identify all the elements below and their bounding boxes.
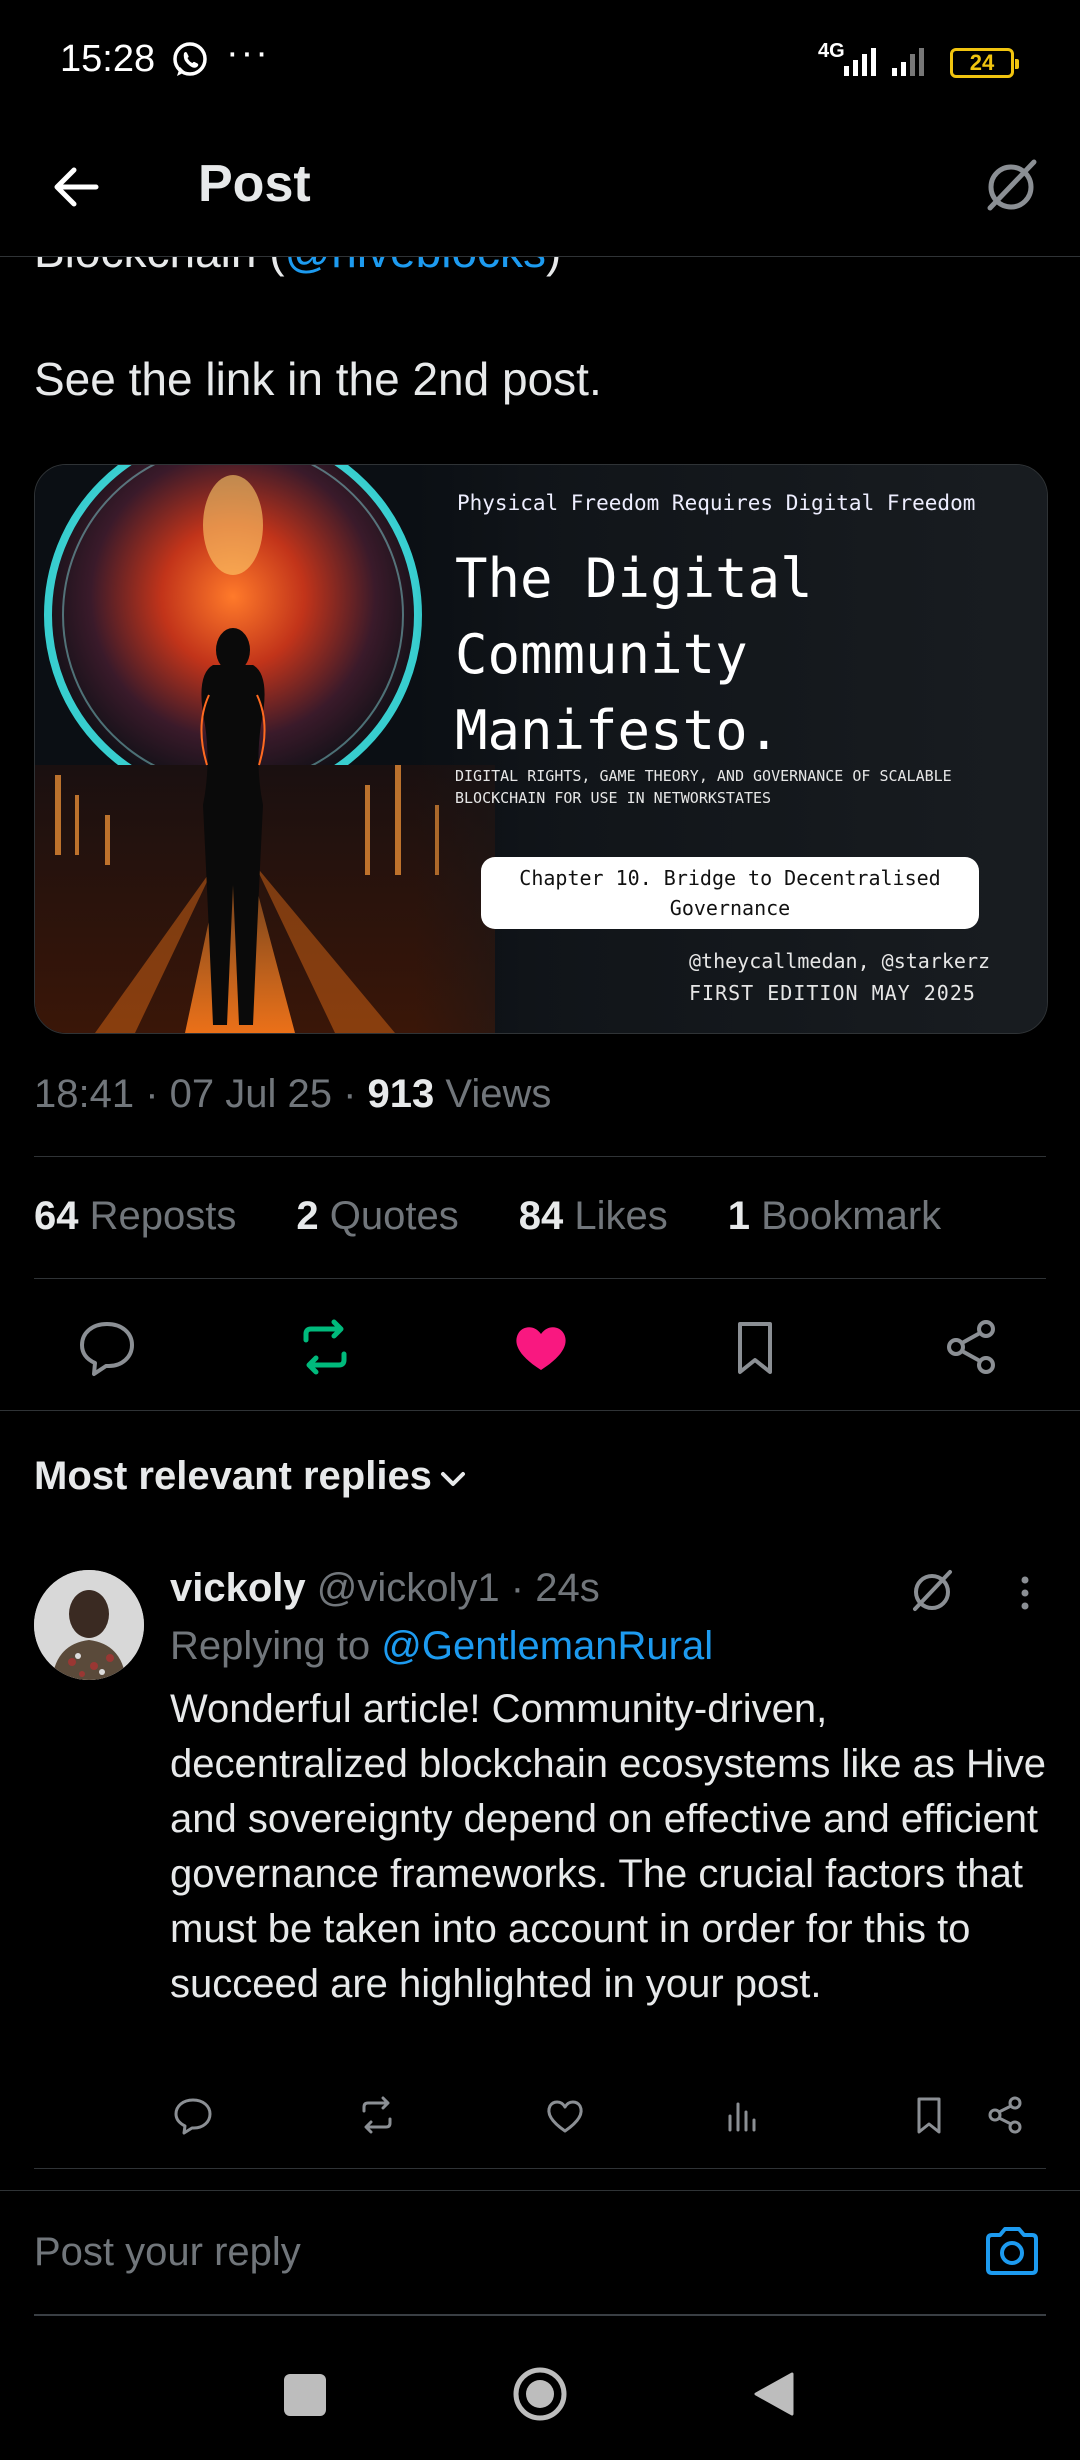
post-time: 18:41	[34, 1072, 135, 1116]
reposts-count: 64	[34, 1194, 79, 1238]
system-nav-bar	[0, 2330, 1080, 2460]
cover-subtitle-line2: BLOCKCHAIN FOR USE IN NETWORKSTATES	[455, 789, 772, 807]
cover-subtitle-line1: DIGITAL RIGHTS, GAME THEORY, AND GOVERNA…	[455, 767, 952, 785]
bookmarks-count: 1	[727, 1194, 750, 1238]
reply-reply-icon[interactable]	[170, 2092, 216, 2138]
post-media-image[interactable]: Physical Freedom Requires Digital Freedo…	[34, 464, 1048, 1034]
bookmark-icon[interactable]	[720, 1312, 790, 1382]
reply-composer	[0, 2190, 1080, 2313]
reply-icon[interactable]	[72, 1312, 142, 1382]
composer-underline	[34, 2314, 1046, 2316]
chevron-down-icon[interactable]	[436, 1462, 470, 1496]
avatar[interactable]	[34, 1570, 144, 1680]
divider	[34, 2168, 1046, 2169]
post-stats: 64 Reposts 2 Quotes 84 Likes 1 Bookmark	[34, 1194, 1001, 1239]
home-button[interactable]	[512, 2366, 568, 2422]
post-meta: 18:41 · 07 Jul 25 · 913 Views	[34, 1072, 552, 1116]
battery-indicator: 24	[950, 48, 1019, 78]
reply-like-icon[interactable]	[542, 2092, 588, 2138]
header-controls: Post	[0, 120, 1080, 256]
cover-subtitle: DIGITAL RIGHTS, GAME THEORY, AND GOVERNA…	[455, 765, 1015, 809]
replying-label: Replying to	[170, 1624, 371, 1668]
cover-edition: FIRST EDITION MAY 2025	[689, 981, 976, 1005]
more-notifications-icon: ···	[226, 32, 270, 74]
reply-share-icon[interactable]	[982, 2092, 1028, 2138]
reply-bookmark-icon[interactable]	[906, 2092, 952, 2138]
status-bar: 15:28 ··· 4G 24	[0, 0, 1080, 120]
replies-sort-label[interactable]: Most relevant replies	[34, 1454, 432, 1499]
divider	[34, 1278, 1046, 1279]
signal-strength-icon-2	[892, 48, 924, 76]
reply-input[interactable]	[34, 2221, 934, 2283]
views-count: 913	[367, 1072, 435, 1116]
back-button[interactable]	[44, 152, 114, 222]
repost-icon[interactable]	[290, 1312, 360, 1382]
more-options-icon[interactable]	[1010, 1568, 1040, 1618]
likes-count: 84	[518, 1194, 564, 1238]
quotes-stat[interactable]: 2 Quotes	[296, 1194, 488, 1238]
replying-to-link[interactable]: @GentlemanRural	[381, 1624, 713, 1668]
avatar-image	[34, 1570, 144, 1680]
bookmarks-label: Bookmark	[761, 1194, 942, 1238]
cover-title-line1: The Digital	[455, 547, 813, 610]
heart-icon[interactable]	[506, 1312, 576, 1382]
post-text: See the link in the 2nd post.	[34, 353, 602, 405]
cover-chapter-box: Chapter 10. Bridge to Decentralised Gove…	[481, 857, 979, 929]
status-time: 15:28	[60, 38, 156, 80]
likes-stat[interactable]: 84 Likes	[519, 1194, 698, 1238]
reply-text: Wonderful article! Community-driven, dec…	[170, 1687, 1046, 2006]
reply-author-handle[interactable]: @vickoly1	[317, 1566, 500, 1610]
divider	[0, 1410, 1080, 1411]
signal-strength-icon	[844, 48, 876, 76]
views-label[interactable]: Views	[445, 1072, 551, 1116]
grok-icon[interactable]	[904, 1562, 960, 1618]
reposts-stat[interactable]: 64 Reposts	[34, 1194, 266, 1238]
reply-time: 24s	[535, 1566, 600, 1610]
divider	[34, 1156, 1046, 1157]
reply-header: vickoly @vickoly1 · 24s	[170, 1566, 600, 1610]
system-back-button[interactable]	[752, 2370, 796, 2418]
cover-authors: @theycallmedan, @starkerz	[689, 949, 991, 973]
reply-views-icon[interactable]	[720, 2092, 766, 2138]
grok-button[interactable]	[976, 150, 1046, 220]
cover-title-line3: Manifesto.	[455, 699, 781, 762]
cover-title: The Digital Community Manifesto.	[455, 541, 1015, 769]
header-title: Post	[198, 155, 311, 213]
quotes-count: 2	[296, 1194, 319, 1238]
quotes-label: Quotes	[329, 1194, 459, 1238]
reply-repost-icon[interactable]	[354, 2092, 400, 2138]
whatsapp-icon	[173, 42, 207, 76]
cover-tagline: Physical Freedom Requires Digital Freedo…	[457, 491, 976, 515]
camera-icon[interactable]	[980, 2219, 1044, 2283]
network-type: 4G	[818, 40, 845, 62]
likes-label: Likes	[574, 1194, 668, 1238]
reposts-label: Reposts	[89, 1194, 237, 1238]
share-icon[interactable]	[936, 1312, 1006, 1382]
cover-title-line2: Community	[455, 623, 748, 686]
reply-author-name[interactable]: vickoly	[170, 1566, 306, 1610]
replying-to: Replying to @GentlemanRural	[170, 1624, 713, 1669]
bookmarks-stat[interactable]: 1 Bookmark	[728, 1194, 971, 1238]
recent-apps-button[interactable]	[284, 2374, 326, 2416]
post-date: 07 Jul 25	[169, 1072, 332, 1116]
cover-chapter-line2: Governance	[669, 896, 791, 920]
cover-chapter-line1: Chapter 10. Bridge to Decentralised	[519, 866, 941, 890]
